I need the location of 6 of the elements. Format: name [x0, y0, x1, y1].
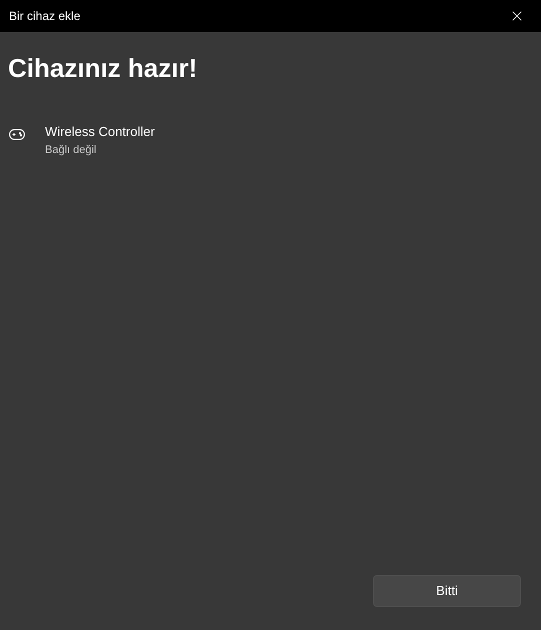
device-name: Wireless Controller [45, 123, 155, 141]
page-heading: Cihazınız hazır! [8, 52, 198, 84]
device-status: Bağlı değil [45, 143, 98, 158]
gamepad-icon [9, 129, 25, 140]
window-title: Bir cihaz ekle [9, 8, 80, 25]
done-button[interactable]: Bitti [373, 575, 521, 607]
